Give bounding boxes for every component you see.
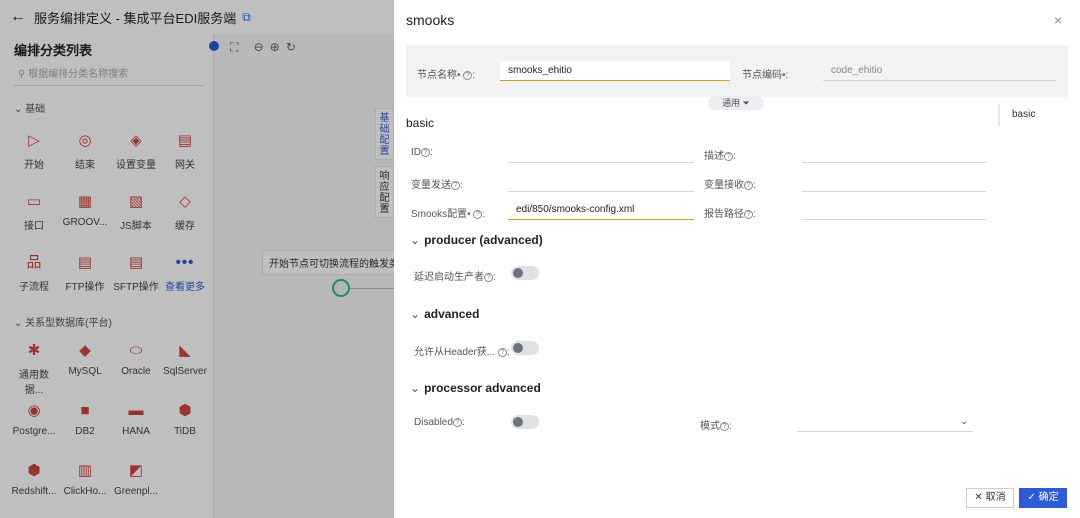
desc-label: 描述?:: [704, 151, 736, 162]
node-code-label: 节点编码•:: [742, 70, 789, 81]
cancel-button[interactable]: ✕ 取消: [966, 488, 1014, 508]
report-path-label: 报告路径?:: [704, 209, 756, 220]
node-name-input[interactable]: smooks_ehitio: [500, 61, 730, 81]
smooks-config-label: Smooks配置• ?:: [411, 209, 486, 220]
disabled-label: Disabled?:: [414, 417, 465, 428]
drawer-title: smooks: [406, 12, 455, 28]
var-send-label: 变量发送?:: [411, 180, 463, 191]
var-send-input[interactable]: [508, 172, 694, 192]
id-label: ID?:: [411, 147, 433, 158]
allow-header-toggle[interactable]: [511, 341, 539, 355]
close-icon[interactable]: ×: [1054, 12, 1062, 28]
delay-producer-toggle[interactable]: [511, 266, 539, 280]
general-tab[interactable]: 通用 ⏷: [708, 96, 764, 110]
allow-header-label: 允许从Header获... ?:: [414, 347, 510, 358]
desc-input[interactable]: [802, 143, 986, 163]
mode-label: 模式?:: [700, 421, 732, 432]
help-icon: ?: [463, 71, 473, 80]
section-advanced[interactable]: ⌄ advanced: [410, 307, 479, 321]
node-name-label: 节点名称• ?:: [417, 70, 476, 81]
disabled-toggle[interactable]: [511, 415, 539, 429]
confirm-button[interactable]: ✓ 确定: [1019, 488, 1067, 508]
section-processor[interactable]: ⌄ processor advanced: [410, 381, 541, 395]
right-nav-basic[interactable]: basic: [998, 104, 1080, 126]
smooks-config-input[interactable]: edi/850/smooks-config.xml: [508, 200, 694, 220]
report-path-input[interactable]: [802, 200, 986, 220]
mode-select[interactable]: [797, 412, 973, 432]
var-recv-label: 变量接收?:: [704, 180, 756, 191]
modal-overlay[interactable]: [0, 0, 394, 518]
node-config-drawer: smooks × 节点名称• ?: smooks_ehitio 节点编码•: c…: [394, 0, 1080, 518]
id-input[interactable]: [508, 143, 694, 163]
section-producer[interactable]: ⌄ producer (advanced): [410, 233, 543, 247]
section-basic-title: basic: [406, 116, 435, 130]
delay-producer-label: 延迟启动生产者?:: [414, 272, 496, 283]
var-recv-input[interactable]: [802, 172, 986, 192]
chevron-down-icon[interactable]: ⌄: [960, 416, 968, 427]
node-code-input[interactable]: code_ehitio: [823, 61, 1056, 81]
